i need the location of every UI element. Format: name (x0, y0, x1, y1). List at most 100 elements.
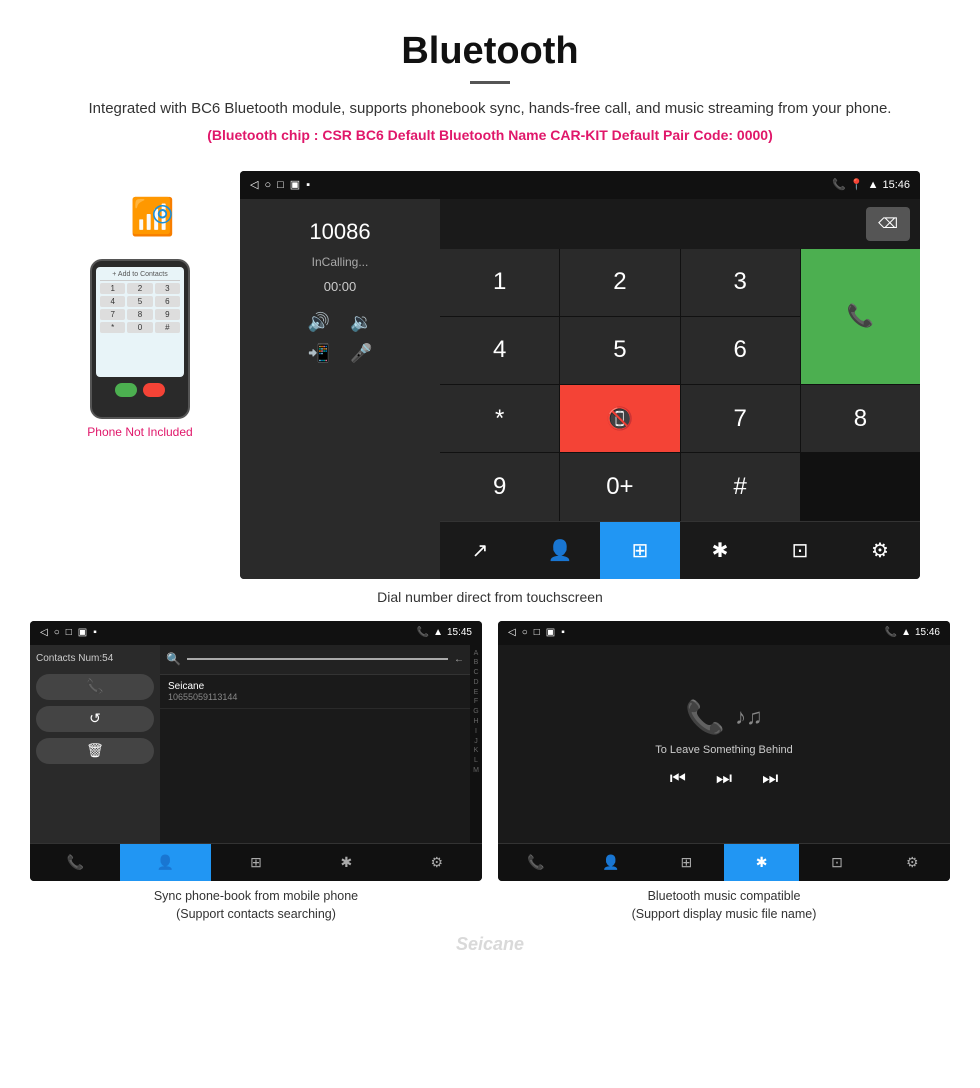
phone-device: 📶 ⦾ + Add to Contacts 123 456 789 *0# Ph… (60, 171, 220, 579)
mbb-call[interactable]: 📞 (498, 844, 573, 881)
contacts-bottom-bar: 📞 👤 ⊞ ✱ ⚙ (30, 843, 482, 881)
music-screen: ◁ ○ □ ▣ ▪ 📞 ▲ 15:46 📞 ♪♫ (498, 621, 950, 881)
contacts-caption: Sync phone-book from mobile phone (Suppo… (154, 887, 358, 925)
music-screen-wrap: ◁ ○ □ ▣ ▪ 📞 ▲ 15:46 📞 ♪♫ (498, 621, 950, 925)
contacts-screen-wrap: ◁ ○ □ ▣ ▪ 📞 ▲ 15:45 Contacts Num:54 📞 (30, 621, 482, 925)
dbb-keypad[interactable]: ⊞ (600, 522, 680, 579)
dial-number: 10086 (309, 219, 370, 245)
key-3[interactable]: 3 (681, 249, 800, 316)
contacts-search-row: 🔍 ← (160, 645, 470, 675)
mbb-apps[interactable]: ⊡ (799, 844, 874, 881)
cbb-settings[interactable]: ⚙ (392, 844, 482, 881)
c-battery-icon: ▪ (93, 627, 97, 638)
mbb-settings[interactable]: ⚙ (875, 844, 950, 881)
m-battery-icon: ▪ (561, 627, 565, 638)
dial-timer: 00:00 (324, 279, 357, 294)
signal-icon: ▣ (290, 178, 300, 191)
back-icon: ◁ (250, 178, 258, 191)
m-phone-icon: 📞 (885, 627, 897, 638)
dbb-bluetooth[interactable]: ✱ (680, 522, 760, 579)
m-square-icon: □ (534, 627, 540, 638)
contacts-status-left: ◁ ○ □ ▣ ▪ (40, 627, 97, 638)
status-left: ◁ ○ □ ▣ ▪ (250, 178, 310, 191)
android-dialer-screen: ◁ ○ □ ▣ ▪ 📞 📍 ▲ 15:46 10086 InCalling...… (240, 171, 920, 579)
dial-ctrl-row2: 📲 🎤 (308, 343, 373, 364)
page-title: Bluetooth (20, 30, 960, 73)
key-5[interactable]: 5 (560, 317, 679, 384)
key-8[interactable]: 8 (801, 385, 920, 452)
status-right: 📞 📍 ▲ 15:46 (832, 178, 910, 191)
dial-incalling: InCalling... (312, 255, 369, 269)
cbb-keypad[interactable]: ⊞ (211, 844, 301, 881)
music-song-name: To Leave Something Behind (655, 744, 793, 756)
search-icon: 🔍 (166, 652, 181, 666)
dialer-time: 15:46 (882, 179, 910, 191)
key-7[interactable]: 7 (681, 385, 800, 452)
mic-icon[interactable]: 🎤 (350, 343, 372, 364)
delete-action-btn[interactable]: 🗑 (36, 738, 154, 764)
phone-status-icon: 📞 (832, 178, 846, 191)
dbb-apps[interactable]: ⊡ (760, 522, 840, 579)
call-action-btn[interactable]: 📞 (36, 674, 154, 700)
next-track-button[interactable]: ⏭ (762, 768, 778, 789)
dial-controls: 🔊 🔉 (308, 312, 373, 333)
key-4[interactable]: 4 (440, 317, 559, 384)
music-body: 📞 ♪♫ To Leave Something Behind ⏮ ⏭ ⏭ (498, 645, 950, 843)
c-back-icon: ◁ (40, 627, 48, 638)
dbb-settings[interactable]: ⚙ (840, 522, 920, 579)
refresh-action-btn[interactable]: ↺ (36, 706, 154, 732)
dialer-left-panel: 10086 InCalling... 00:00 🔊 🔉 📲 🎤 (240, 199, 440, 579)
dial-caption: Dial number direct from touchscreen (0, 589, 980, 605)
key-6[interactable]: 6 (681, 317, 800, 384)
bottom-screens: ◁ ○ □ ▣ ▪ 📞 ▲ 15:45 Contacts Num:54 📞 (0, 605, 980, 925)
phone-not-included-label: Phone Not Included (87, 425, 192, 439)
bluetooth-specs: (Bluetooth chip : CSR BC6 Default Blueto… (20, 127, 960, 143)
mbb-contacts[interactable]: 👤 (573, 844, 648, 881)
dialer-bottom-bar: ↗ 👤 ⊞ ✱ ⊡ ⚙ (440, 521, 920, 579)
dbb-contacts[interactable]: 👤 (520, 522, 600, 579)
transfer-icon[interactable]: 📲 (308, 343, 330, 364)
square-icon: □ (277, 179, 284, 191)
phone-red-btn (143, 383, 165, 397)
dial-input-row: ⌫ (440, 199, 920, 249)
phone-screen-label: + Add to Contacts (100, 271, 180, 281)
m-home-icon: ○ (522, 627, 528, 638)
cbb-contacts-active[interactable]: 👤 (120, 844, 210, 881)
key-0plus[interactable]: 0+ (560, 453, 679, 520)
dial-section: 📶 ⦾ + Add to Contacts 123 456 789 *0# Ph… (0, 171, 980, 579)
battery-icon: ▪ (306, 179, 310, 191)
page-header: Bluetooth Integrated with BC6 Bluetooth … (0, 0, 980, 153)
dbb-transfer[interactable]: ↗ (440, 522, 520, 579)
contacts-screen: ◁ ○ □ ▣ ▪ 📞 ▲ 15:45 Contacts Num:54 📞 (30, 621, 482, 881)
end-button[interactable]: 📵 (560, 385, 679, 452)
contact-list-item[interactable]: Seicane 10655059113144 (160, 675, 470, 709)
location-icon: 📍 (850, 178, 864, 191)
seicane-watermark: Seicane (0, 934, 980, 955)
contacts-status-bar: ◁ ○ □ ▣ ▪ 📞 ▲ 15:45 (30, 621, 482, 645)
wifi-icon: ▲ (868, 179, 879, 191)
key-2[interactable]: 2 (560, 249, 679, 316)
play-pause-button[interactable]: ⏭ (716, 768, 732, 789)
c-wifi-icon: ▲ (433, 627, 443, 638)
contacts-status-right: 📞 ▲ 15:45 (417, 627, 472, 638)
cbb-call[interactable]: 📞 (30, 844, 120, 881)
mbb-keypad[interactable]: ⊞ (649, 844, 724, 881)
backspace-button[interactable]: ⌫ (866, 207, 910, 241)
key-hash[interactable]: # (681, 453, 800, 520)
volume-down-icon[interactable]: 🔉 (350, 312, 372, 333)
call-button[interactable]: 📞 (801, 249, 920, 385)
volume-up-icon[interactable]: 🔊 (308, 312, 330, 333)
cbb-bluetooth[interactable]: ✱ (301, 844, 391, 881)
search-input-line (187, 658, 448, 660)
c-square-icon: □ (66, 627, 72, 638)
key-1[interactable]: 1 (440, 249, 559, 316)
prev-track-button[interactable]: ⏮ (670, 768, 686, 789)
music-bottom-bar: 📞 👤 ⊞ ✱ ⊡ ⚙ (498, 843, 950, 881)
mbb-bluetooth-active[interactable]: ✱ (724, 844, 799, 881)
contact-name: Seicane (168, 681, 462, 692)
key-star[interactable]: * (440, 385, 559, 452)
key-9[interactable]: 9 (440, 453, 559, 520)
c-home-icon: ○ (54, 627, 60, 638)
dial-keypad-grid: 1 2 3 📞 4 5 6 * 📵 7 8 9 0+ # (440, 249, 920, 521)
music-status-left: ◁ ○ □ ▣ ▪ (508, 627, 565, 638)
